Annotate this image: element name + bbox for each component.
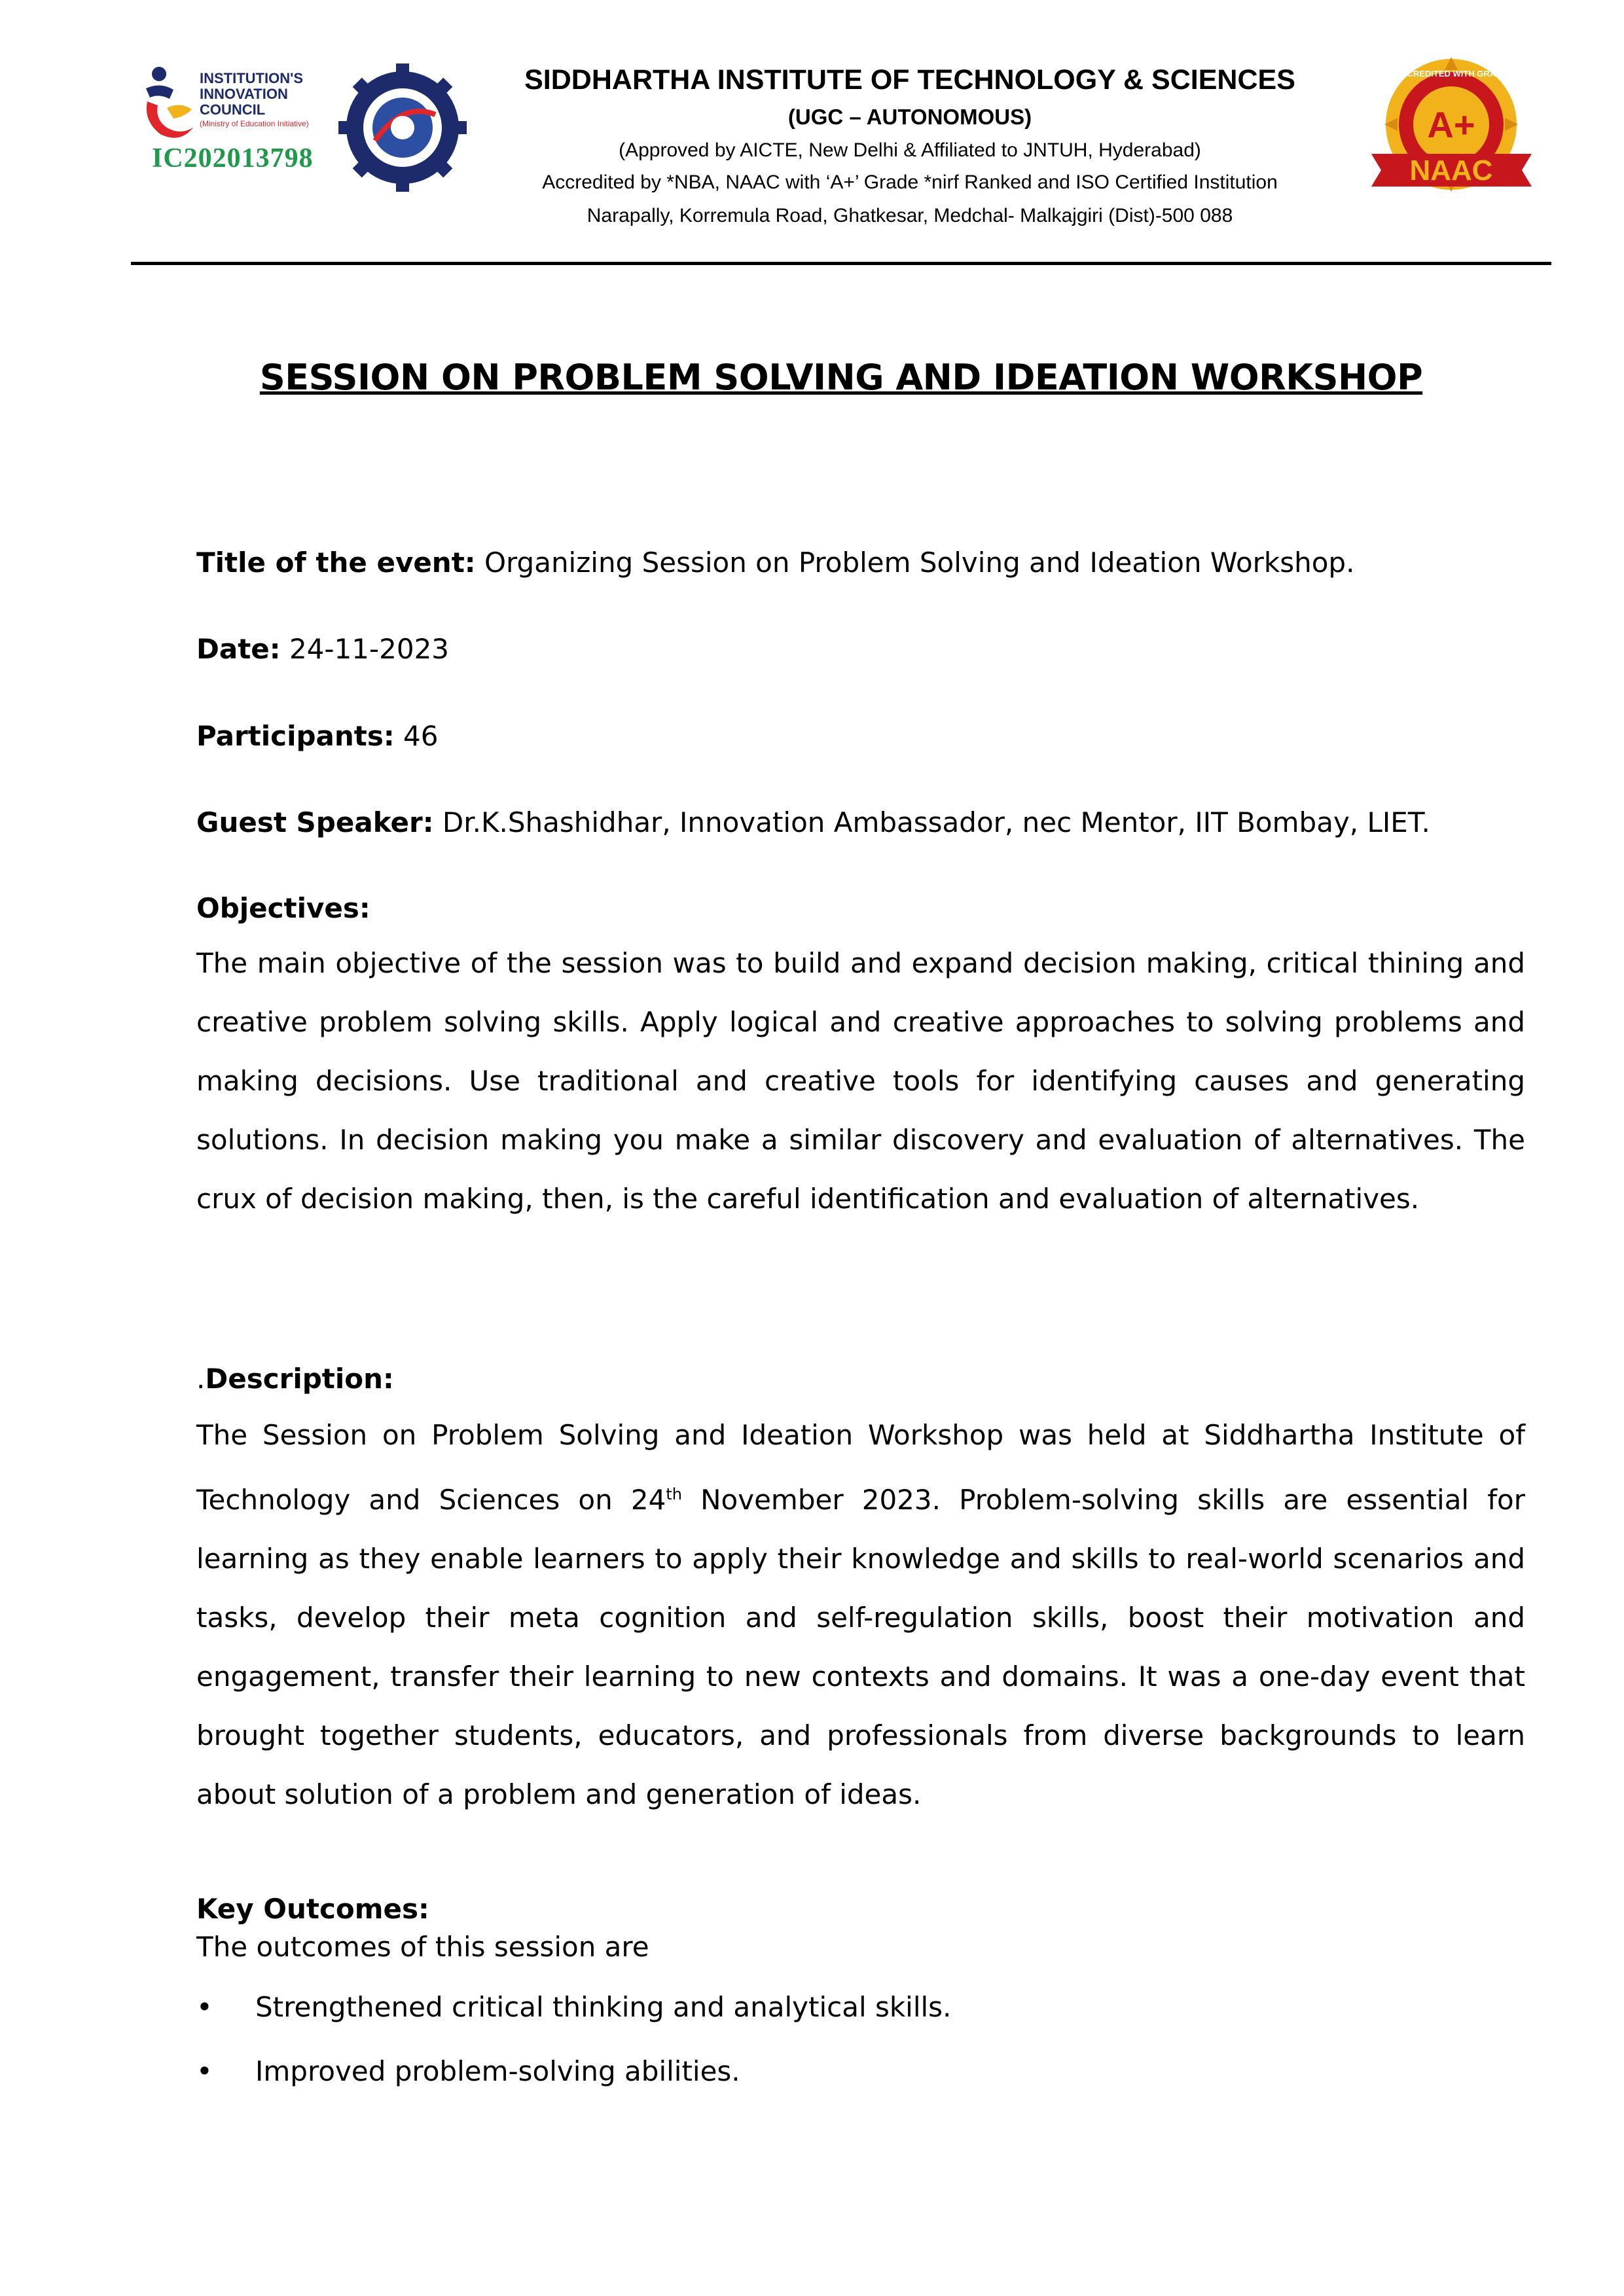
- list-item: • Strengthened critical thinking and anal…: [196, 1991, 951, 2023]
- description-text-part-2: November 2023. Problem-solving skills ar…: [196, 1484, 1525, 1810]
- objectives-heading: Objectives:: [196, 892, 370, 924]
- participants-value: 46: [403, 720, 439, 752]
- institute-approval: (Approved by AICTE, New Delhi & Affiliat…: [619, 139, 1201, 161]
- header-divider: [131, 262, 1551, 265]
- description-text: The Session on Problem Solving and Ideat…: [196, 1406, 1525, 1824]
- objectives-text: The main objective of the session was to…: [196, 947, 1525, 1215]
- institute-name: SIDDHARTHA INSTITUTE OF TECHNOLOGY & SCI…: [524, 64, 1295, 96]
- document-title: SESSION ON PROBLEM SOLVING AND IDEATION …: [259, 357, 1423, 398]
- institute-ugc-status: (UGC – AUTONOMOUS): [787, 105, 1032, 129]
- key-outcomes-intro: The outcomes of this session are: [196, 1931, 649, 1963]
- iic-id: IC202013798: [152, 143, 314, 173]
- description-heading: .Description:: [196, 1363, 394, 1395]
- bullet-icon: •: [196, 1991, 213, 2023]
- date-value: 24-11-2023: [289, 633, 450, 665]
- institute-accreditation: Accredited by *NBA, NAAC with ‘A+’ Grade…: [542, 171, 1278, 193]
- event-title-value: Organizing Session on Problem Solving an…: [484, 547, 1355, 579]
- naac-a-plus-badge: ACCREDITED WITH GRADE A+ NAAC: [1371, 57, 1532, 192]
- event-title-label: Title of the event:: [196, 547, 476, 579]
- description-superscript: th: [666, 1485, 682, 1503]
- event-title-field: Title of the event: Organizing Session o…: [196, 547, 1354, 579]
- date-field: Date: 24-11-2023: [196, 633, 449, 665]
- iic-logo-line-1: INSTITUTION'S: [200, 70, 303, 86]
- description-heading-text: Description:: [205, 1363, 394, 1395]
- iic-logo-line-3: COUNCIL: [200, 101, 265, 118]
- guest-speaker-field: Guest Speaker: Dr.K.Shashidhar, Innovati…: [196, 806, 1430, 838]
- list-item-text: Improved problem-solving abilities.: [255, 2055, 740, 2087]
- guest-speaker-label: Guest Speaker:: [196, 806, 434, 838]
- naac-ring-text: ACCREDITED WITH GRADE: [1395, 69, 1508, 79]
- bullet-icon: •: [196, 2055, 213, 2087]
- participants-label: Participants:: [196, 720, 395, 752]
- list-item-text: Strengthened critical thinking and analy…: [255, 1991, 952, 2023]
- key-outcomes-heading: Key Outcomes:: [196, 1893, 429, 1925]
- iic-logo-line-2: INNOVATION: [200, 86, 288, 102]
- date-label: Date:: [196, 633, 281, 665]
- naac-grade: A+: [1427, 104, 1475, 145]
- institute-gear-logo: [338, 63, 467, 192]
- naac-label: NAAC: [1409, 154, 1492, 187]
- list-item: • Improved problem-solving abilities.: [196, 2055, 740, 2087]
- iic-logo-line-4: (Ministry of Education Initiative): [200, 119, 309, 128]
- participants-field: Participants: 46: [196, 720, 438, 752]
- guest-speaker-value: Dr.K.Shashidhar, Innovation Ambassador, …: [442, 806, 1430, 838]
- description-prefix: .: [196, 1363, 206, 1395]
- institute-address: Narapally, Korremula Road, Ghatkesar, Me…: [586, 205, 1233, 226]
